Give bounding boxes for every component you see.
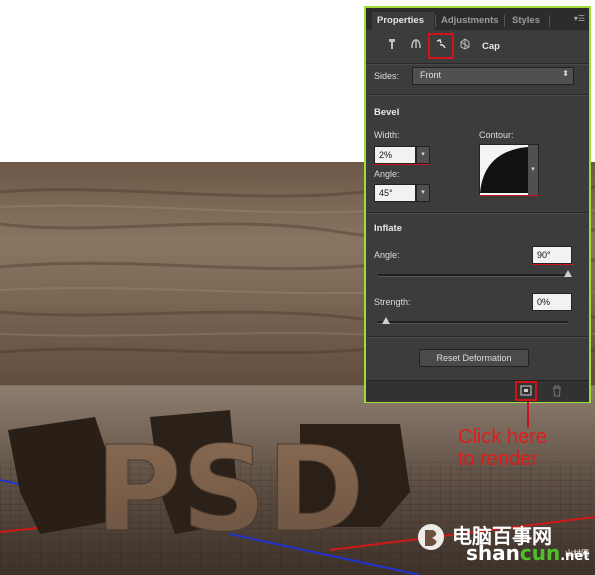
tab-properties[interactable]: Properties: [372, 12, 434, 30]
contour-picker[interactable]: ▾: [479, 144, 539, 196]
inflate-angle-underline: [532, 264, 574, 265]
width-field-underline: [374, 164, 430, 165]
inflate-angle-field[interactable]: 90°: [532, 246, 572, 264]
watermark-url-part-2: cun: [519, 541, 561, 565]
inflate-strength-field[interactable]: 0%: [532, 293, 572, 311]
contour-underline: [479, 195, 539, 196]
delete-icon[interactable]: [552, 385, 564, 397]
mesh-icon[interactable]: [383, 37, 401, 55]
contour-preview-icon: [480, 145, 528, 193]
sides-select-value: Front: [420, 70, 442, 80]
bevel-header: Bevel: [374, 107, 400, 118]
mesh-section-label: Cap: [482, 41, 500, 52]
cap-icon-highlight: [428, 33, 454, 59]
watermark-logo: [418, 524, 444, 550]
bevel-angle-field[interactable]: 45°: [374, 184, 416, 202]
bevel-width-label: Width:: [374, 130, 400, 140]
3d-text-label: PSD: [95, 420, 364, 558]
caption-line-1: Click here: [458, 426, 547, 448]
contour-dropdown-arrow[interactable]: ▾: [528, 145, 538, 195]
sides-label: Sides:: [374, 71, 400, 81]
dropdown-arrow-icon: ⬍: [562, 69, 569, 78]
coordinates-icon[interactable]: [456, 37, 474, 55]
bevel-angle-label: Angle:: [374, 169, 400, 179]
render-icon-highlight: [515, 381, 537, 401]
inflate-header: Inflate: [374, 223, 402, 234]
inflate-angle-slider-thumb[interactable]: [564, 270, 572, 277]
render-pointer-line: [527, 402, 529, 428]
watermark-small-text: 山村网: [565, 549, 589, 558]
reset-deformation-button[interactable]: Reset Deformation: [419, 349, 529, 367]
sides-select[interactable]: Front ⬍: [412, 67, 574, 85]
inflate-angle-label: Angle:: [374, 250, 400, 260]
tab-styles[interactable]: Styles: [507, 12, 547, 30]
panel-bottom-bar: [366, 380, 589, 402]
caption-line-2: to render: [458, 448, 539, 470]
watermark-url-part-1: shan: [466, 541, 520, 565]
panel-tab-bar: Properties Adjustments Styles ▾☰: [366, 8, 589, 30]
inflate-angle-slider-track[interactable]: [378, 274, 568, 277]
bevel-width-dropdown[interactable]: ▾: [416, 146, 430, 164]
inflate-strength-label: Strength:: [374, 297, 411, 307]
render-instruction-caption: Click here to render: [458, 426, 547, 470]
contour-label: Contour:: [479, 130, 514, 140]
bevel-angle-dropdown[interactable]: ▾: [416, 184, 430, 202]
bevel-width-field[interactable]: 2%: [374, 146, 416, 164]
properties-panel: Properties Adjustments Styles ▾☰ Cap Sid…: [364, 6, 591, 403]
deform-icon[interactable]: [407, 37, 425, 55]
inflate-strength-slider-thumb[interactable]: [382, 317, 390, 324]
inflate-strength-slider-track[interactable]: [378, 321, 568, 324]
tab-adjustments[interactable]: Adjustments: [436, 12, 502, 30]
panel-menu-icon[interactable]: ▾☰: [574, 14, 585, 23]
